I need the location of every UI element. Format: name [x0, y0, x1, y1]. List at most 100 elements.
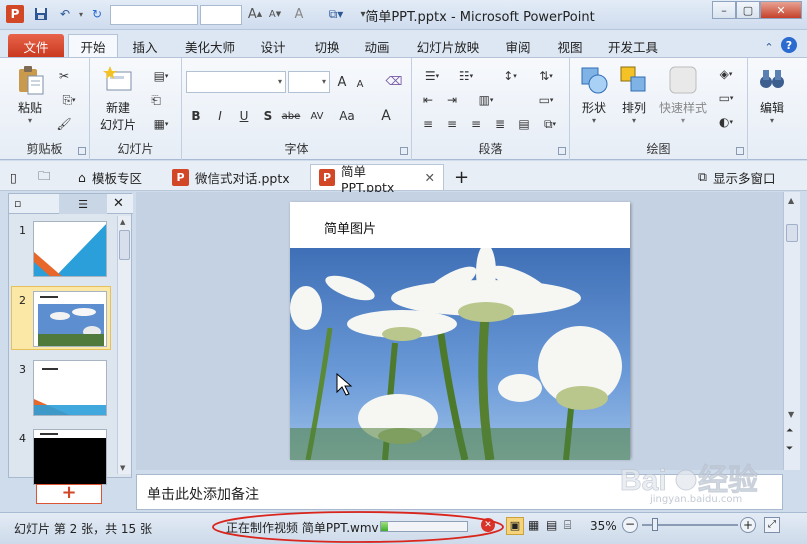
columns-icon[interactable]: ▥ ▾ — [474, 92, 498, 108]
save-icon[interactable] — [32, 5, 50, 23]
font-size-combo[interactable]: ▾ — [288, 71, 330, 93]
scroll-up-icon[interactable]: ▲ — [788, 196, 794, 205]
reset-slide-icon[interactable]: ⎗ — [148, 92, 164, 108]
bullets-icon[interactable]: ☰ ▾ — [420, 68, 444, 84]
numbering-icon[interactable]: ☷ ▾ — [454, 68, 478, 84]
help-icon[interactable]: ? — [781, 37, 797, 53]
slideshow-view-icon[interactable]: ⌸ — [564, 518, 571, 533]
align-left-icon[interactable]: ≡ — [420, 116, 436, 132]
slide-vertical-scrollbar[interactable]: ▲ ▼ ⏶ ⏷ — [783, 192, 800, 470]
slides-panel-scrollbar[interactable]: ▲ ▼ — [117, 216, 131, 474]
slide-sorter-icon[interactable]: ▦ — [528, 518, 539, 532]
font-name-combo[interactable]: ▾ — [186, 71, 286, 93]
align-right-icon[interactable]: ≡ — [468, 116, 484, 132]
smartart-icon[interactable]: ⧉ ▾ — [538, 116, 562, 132]
normal-view-icon[interactable]: ▣ — [506, 517, 524, 535]
bold-icon[interactable]: B — [188, 108, 204, 124]
zoom-out-icon[interactable]: − — [622, 517, 638, 533]
shape-effects-icon[interactable]: ◐ ▾ — [714, 114, 738, 130]
previous-slide-icon[interactable]: ⏶ — [786, 426, 793, 436]
tab-insert[interactable]: 插入 — [124, 34, 166, 58]
cut-icon[interactable]: ✂ — [56, 68, 72, 84]
slide-title[interactable]: 简单图片 — [324, 218, 376, 237]
paste-button[interactable]: 粘贴 ▾ — [12, 64, 48, 125]
character-spacing-icon[interactable]: AV — [306, 108, 328, 124]
tab-design[interactable]: 设计 — [252, 34, 294, 58]
clear-formatting-icon[interactable]: ⌫ — [386, 73, 403, 89]
fit-to-window-icon[interactable]: ⤢ — [764, 517, 780, 533]
daisy-photo[interactable] — [290, 248, 630, 460]
italic-icon[interactable]: I — [212, 108, 228, 124]
slide-thumbnail-3[interactable] — [33, 360, 107, 416]
font-name-quick-input[interactable] — [110, 5, 198, 25]
slides-tab-icon[interactable]: ▫ — [14, 197, 21, 210]
shape-fill-icon[interactable]: ◈ ▾ — [714, 66, 738, 82]
zoom-level[interactable]: 35% — [590, 519, 617, 533]
minimize-button[interactable]: – — [712, 1, 736, 19]
new-slide-button[interactable]: 新建 幻灯片 — [94, 64, 142, 133]
shadow-icon[interactable]: S — [260, 108, 276, 124]
align-center-icon[interactable]: ≡ — [444, 116, 460, 132]
copy-icon[interactable]: ⎘ ▾ — [56, 92, 82, 108]
line-spacing-icon[interactable]: ↕ ▾ — [498, 68, 522, 84]
tab-animations[interactable]: 动画 — [356, 34, 398, 58]
font-launcher-icon[interactable] — [400, 147, 408, 155]
align-text-icon[interactable]: ▭ ▾ — [534, 92, 558, 108]
sidebar-toggle-icon[interactable]: ▯ — [6, 164, 21, 190]
doc-tab-wechat[interactable]: P 微信式对话.pptx — [164, 164, 298, 190]
clipboard-launcher-icon[interactable] — [78, 147, 86, 155]
change-case-icon[interactable]: Aa — [336, 108, 358, 124]
minimize-ribbon-icon[interactable]: ⌃ — [760, 38, 778, 56]
underline-icon[interactable]: U — [236, 108, 252, 124]
paragraph-launcher-icon[interactable] — [558, 147, 566, 155]
outline-tab-icon[interactable]: ☰ — [59, 194, 107, 214]
zoom-in-icon[interactable]: + — [740, 517, 756, 533]
drawing-launcher-icon[interactable] — [736, 147, 744, 155]
tab-transitions[interactable]: 切换 — [306, 34, 348, 58]
close-tab-icon[interactable]: ✕ — [425, 170, 435, 185]
add-slide-button[interactable]: + — [36, 484, 102, 504]
notes-placeholder[interactable]: 单击此处添加备注 — [147, 484, 259, 504]
current-slide[interactable]: 简单图片 — [290, 202, 630, 460]
scroll-up-icon[interactable]: ▲ — [120, 218, 125, 226]
shrink-font-quick-icon[interactable]: A ▼ — [266, 5, 284, 23]
tab-home[interactable]: 开始 — [68, 34, 118, 58]
show-multiple-windows-button[interactable]: ⧉ 显示多窗口 — [690, 164, 783, 190]
font-color-icon[interactable]: A — [378, 108, 394, 124]
font-size-quick-input[interactable] — [200, 5, 242, 25]
tab-slideshow[interactable]: 幻灯片放映 — [410, 34, 486, 58]
grow-font-quick-icon[interactable]: A ▲ — [246, 5, 264, 23]
open-folder-icon[interactable]: 🗀 — [34, 164, 55, 190]
close-button[interactable]: ✕ — [760, 1, 802, 19]
tab-beautify[interactable]: 美化大师 — [178, 34, 242, 58]
slide-thumbnail-1[interactable] — [33, 221, 107, 277]
scroll-thumb[interactable] — [119, 230, 130, 260]
close-panel-icon[interactable]: ✕ — [113, 196, 124, 211]
maximize-button[interactable]: ▢ — [736, 1, 760, 19]
powerpoint-app-icon[interactable]: P — [6, 5, 24, 23]
slide-thumbnail-2[interactable] — [33, 291, 107, 347]
quick-styles-button[interactable]: 快速样式 ▾ — [656, 64, 710, 125]
shrink-font-icon[interactable]: A — [352, 76, 368, 92]
reading-view-icon[interactable]: ▤ — [546, 518, 557, 532]
paste-dropdown-icon[interactable]: ▾ — [28, 116, 32, 125]
new-tab-icon[interactable]: + — [446, 164, 477, 190]
justify-icon[interactable]: ≣ — [492, 116, 508, 132]
slide-thumbnail-4[interactable] — [33, 429, 107, 485]
decrease-indent-icon[interactable]: ⇤ — [420, 92, 436, 108]
increase-indent-icon[interactable]: ⇥ — [444, 92, 460, 108]
doc-tab-simple-ppt[interactable]: P 简单PPT.pptx ✕ — [310, 164, 444, 195]
shape-outline-icon[interactable]: ▭ ▾ — [714, 90, 738, 106]
arrange-button[interactable]: 排列 ▾ — [616, 64, 652, 125]
tab-view[interactable]: 视图 — [550, 34, 590, 58]
grow-font-icon[interactable]: A — [334, 74, 350, 90]
strikethrough-icon[interactable]: abe — [280, 108, 302, 124]
template-zone-tab[interactable]: ⌂ 模板专区 — [70, 164, 150, 190]
tab-developer[interactable]: 开发工具 — [600, 34, 666, 58]
zoom-slider-thumb[interactable] — [652, 518, 658, 531]
tab-review[interactable]: 审阅 — [498, 34, 538, 58]
distributed-icon[interactable]: ▤ — [516, 116, 532, 132]
scroll-down-icon[interactable]: ▼ — [788, 410, 794, 419]
shapes-button[interactable]: 形状 ▾ — [576, 64, 612, 125]
layout-icon[interactable]: ▤ ▾ — [148, 68, 174, 84]
